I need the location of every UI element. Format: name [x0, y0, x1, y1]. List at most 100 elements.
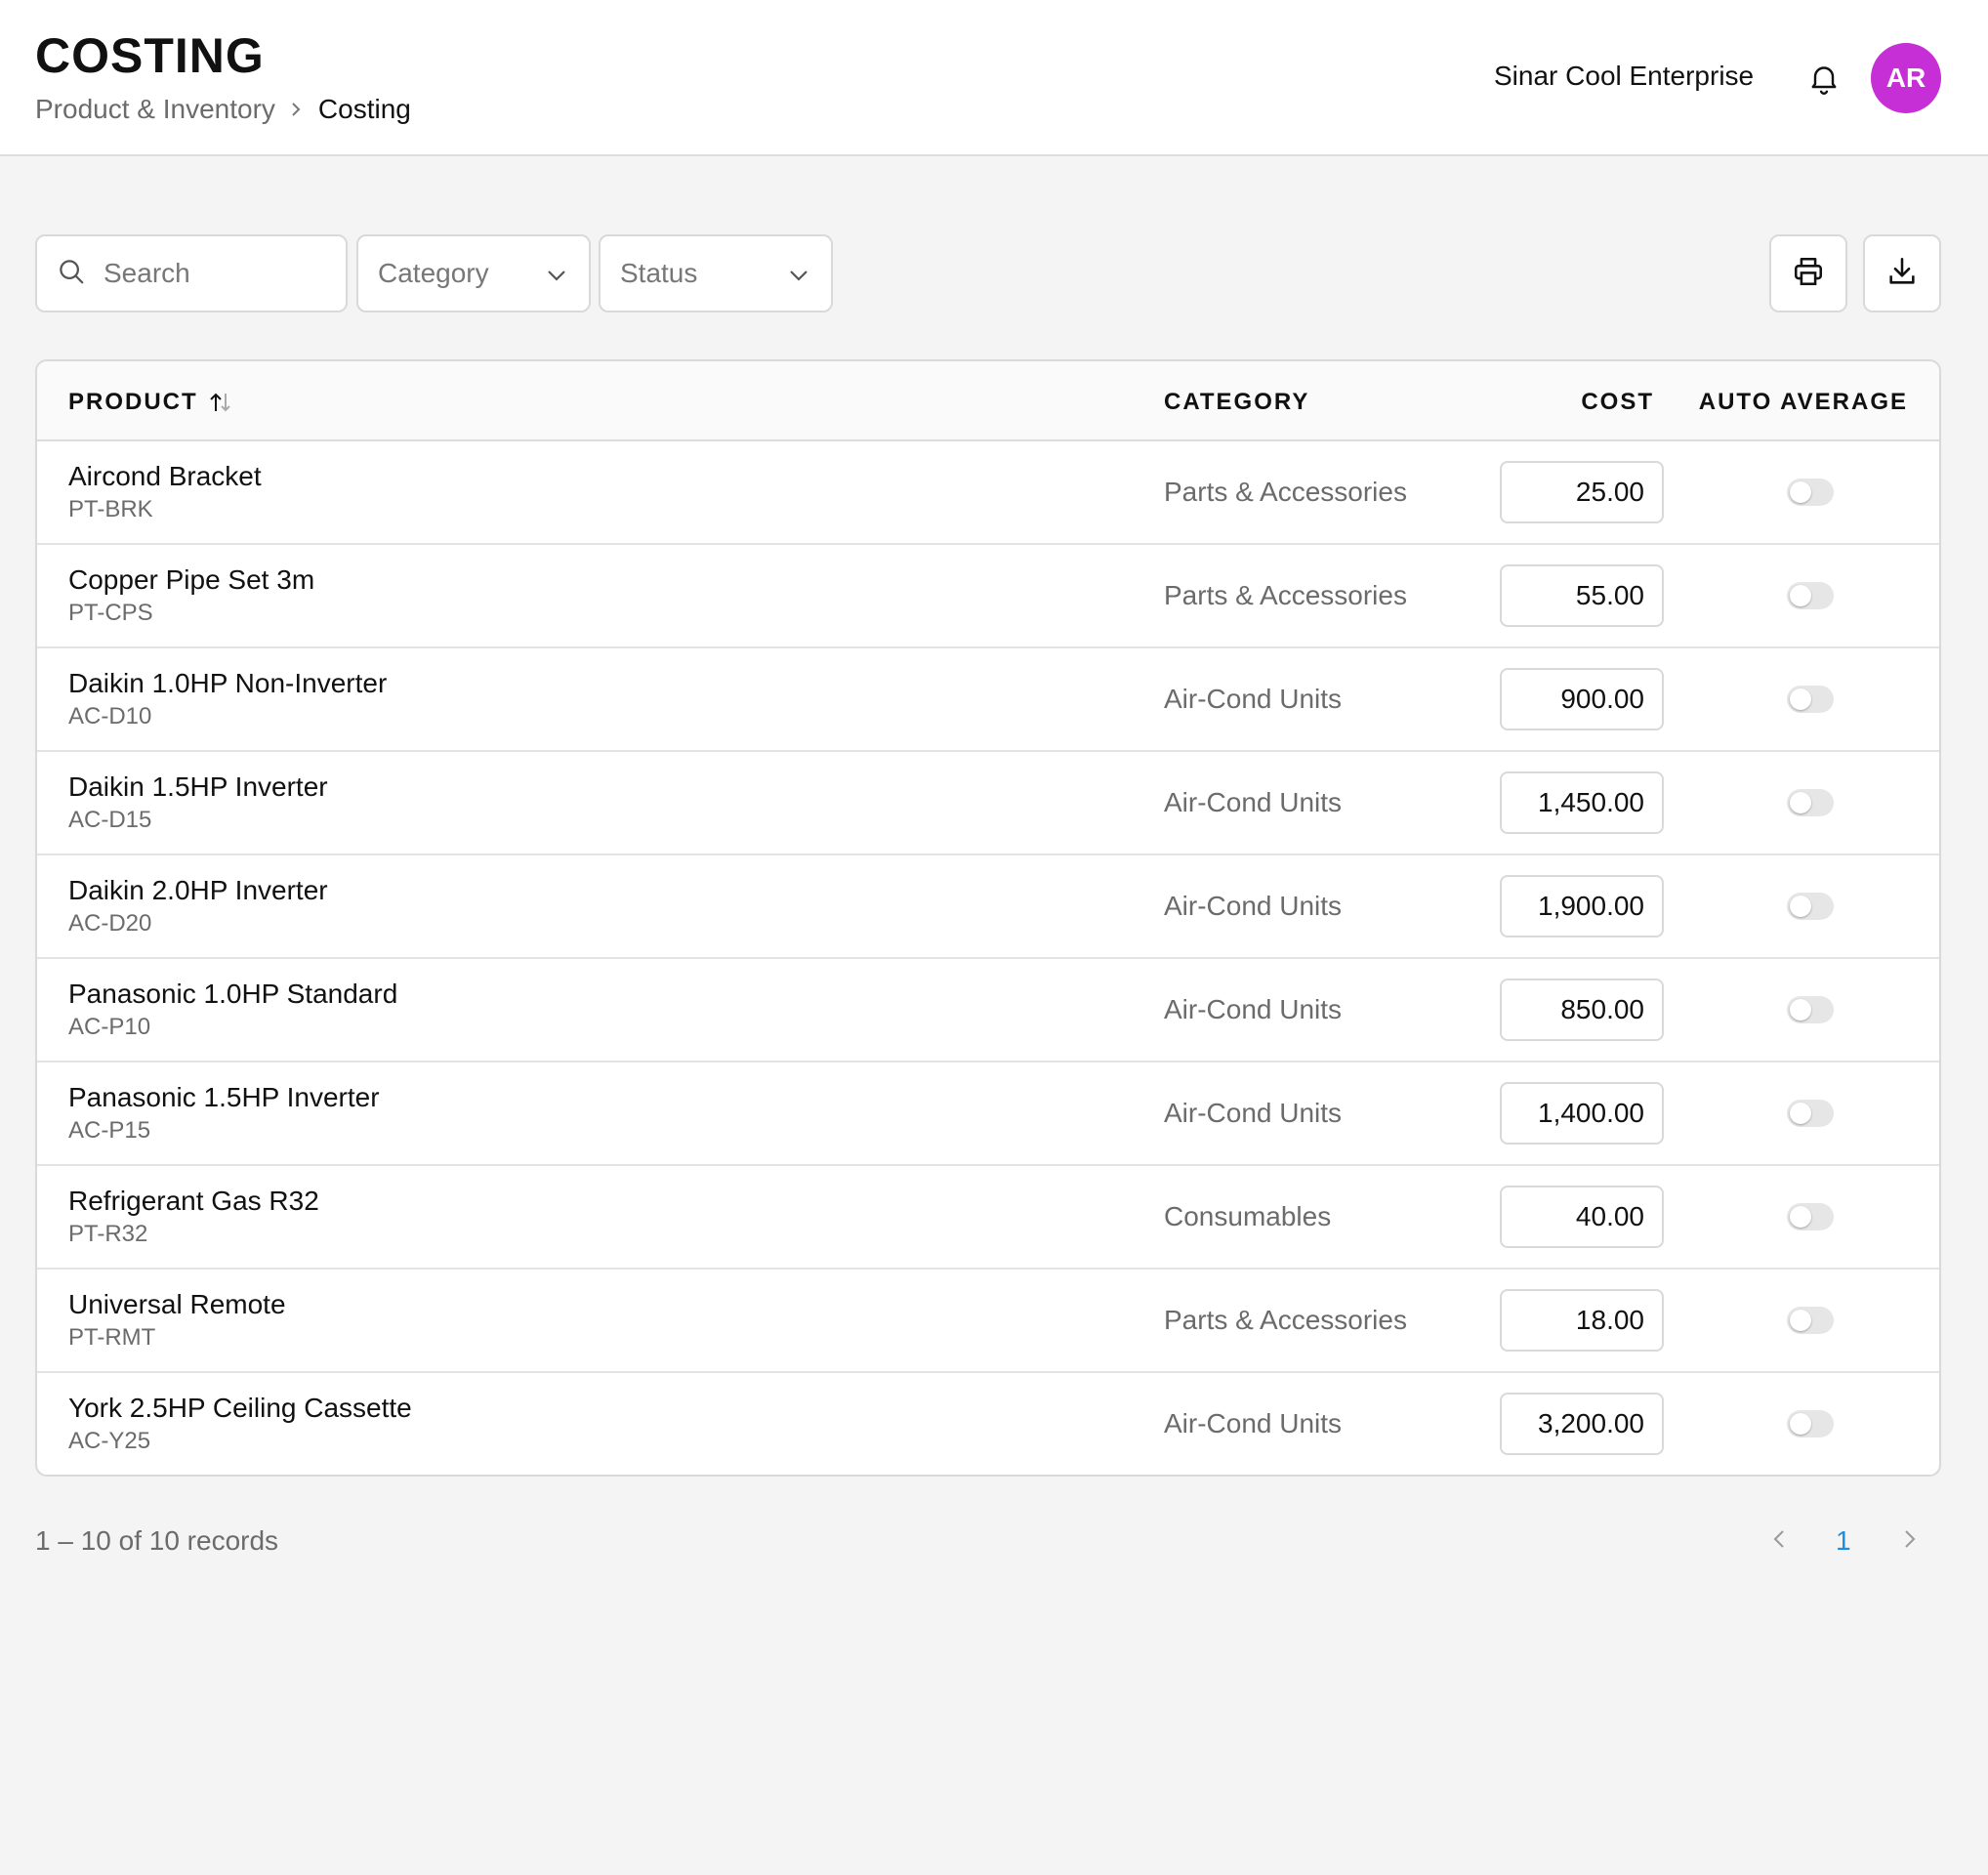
records-count: 1 – 10 of 10 records [35, 1525, 279, 1556]
product-category: Air-Cond Units [1164, 684, 1343, 714]
download-icon [1885, 255, 1919, 293]
search-icon [57, 257, 86, 291]
table-row: Daikin 1.0HP Non-Inverter AC-D10 Air-Cond … [37, 648, 1939, 752]
product-name: Refrigerant Gas R32 [68, 1186, 319, 1216]
costing-table: PRODUCT CATEGORY COST AUTO AVERAGE Airco… [35, 359, 1941, 1477]
toggle-knob [1790, 896, 1811, 917]
cost-input[interactable] [1500, 1393, 1664, 1455]
product-category: Air-Cond Units [1164, 1098, 1343, 1128]
status-filter-label: Status [620, 258, 698, 288]
print-button[interactable] [1769, 234, 1847, 312]
product-name: Daikin 1.0HP Non-Inverter [68, 668, 388, 698]
auto-average-toggle[interactable] [1787, 582, 1834, 609]
table-row: Refrigerant Gas R32 PT-R32 Consumables [37, 1166, 1939, 1270]
table-row: Panasonic 1.0HP Standard AC-P10 Air-Cond U… [37, 959, 1939, 1062]
table-row: Copper Pipe Set 3m PT-CPS Parts & Accessor… [37, 545, 1939, 648]
auto-average-toggle[interactable] [1787, 893, 1834, 920]
column-header-product[interactable]: PRODUCT [68, 389, 233, 416]
auto-average-toggle[interactable] [1787, 996, 1834, 1023]
product-sku: PT-R32 [68, 1221, 148, 1247]
product-name: Aircond Bracket [68, 461, 262, 491]
product-sku: AC-P15 [68, 1117, 151, 1144]
product-name: Panasonic 1.5HP Inverter [68, 1082, 380, 1112]
chevron-left-icon[interactable] [1765, 1523, 1793, 1555]
table-row: Daikin 1.5HP Inverter AC-D15 Air-Cond Unit… [37, 752, 1939, 855]
toggle-knob [1790, 999, 1811, 1021]
column-header-category: CATEGORY [1164, 389, 1310, 415]
cost-input[interactable] [1500, 771, 1664, 834]
breadcrumb-current: Costing [317, 94, 411, 124]
cost-input[interactable] [1500, 1082, 1664, 1145]
company-name[interactable]: Sinar Cool Enterprise [1494, 61, 1754, 92]
product-name: York 2.5HP Ceiling Cassette [68, 1393, 412, 1423]
bell-icon[interactable] [1806, 61, 1842, 96]
product-category: Parts & Accessories [1164, 477, 1407, 507]
download-button[interactable] [1863, 234, 1941, 312]
toggle-knob [1790, 1206, 1811, 1228]
chevron-down-icon [788, 258, 809, 289]
auto-average-toggle[interactable] [1787, 686, 1834, 713]
auto-average-toggle[interactable] [1787, 479, 1834, 506]
product-category: Air-Cond Units [1164, 787, 1343, 817]
table-row: York 2.5HP Ceiling Cassette AC-Y25 Air-Con… [37, 1373, 1939, 1475]
product-sku: AC-Y25 [68, 1428, 151, 1454]
toggle-knob [1790, 585, 1811, 606]
cost-input[interactable] [1500, 1186, 1664, 1248]
product-sku: AC-P10 [68, 1014, 151, 1040]
toggle-knob [1790, 481, 1811, 503]
app-header: COSTING Product & Inventory Costing Sina… [0, 0, 1988, 156]
product-category: Air-Cond Units [1164, 1408, 1343, 1438]
auto-average-toggle[interactable] [1787, 1203, 1834, 1230]
cost-input[interactable] [1500, 668, 1664, 730]
toggle-knob [1790, 1413, 1811, 1435]
product-category: Parts & Accessories [1164, 580, 1407, 610]
auto-average-toggle[interactable] [1787, 789, 1834, 816]
cost-input[interactable] [1500, 979, 1664, 1041]
cost-input[interactable] [1500, 1289, 1664, 1352]
table-row: Daikin 2.0HP Inverter AC-D20 Air-Cond Unit… [37, 855, 1939, 959]
table-body: Aircond Bracket PT-BRK Parts & Accessories… [37, 441, 1939, 1475]
product-sku: PT-RMT [68, 1324, 156, 1351]
chevron-right-icon[interactable] [1896, 1523, 1924, 1555]
breadcrumb-chevron-icon [289, 100, 303, 119]
table-row: Universal Remote PT-RMT Parts & Accessorie… [37, 1270, 1939, 1373]
breadcrumb: Product & Inventory Costing [35, 94, 411, 125]
status-filter[interactable]: Status [599, 234, 833, 312]
product-name: Daikin 1.5HP Inverter [68, 771, 328, 802]
product-category: Air-Cond Units [1164, 994, 1343, 1024]
user-avatar[interactable]: AR [1871, 43, 1941, 113]
product-name: Panasonic 1.0HP Standard [68, 979, 398, 1009]
column-header-cost: COST [1581, 389, 1654, 415]
column-header-auto-average: AUTO AVERAGE [1698, 389, 1908, 415]
pagination-page-1[interactable]: 1 [1836, 1525, 1851, 1557]
breadcrumb-parent-link[interactable]: Product & Inventory [35, 94, 275, 125]
search-input[interactable] [104, 258, 318, 289]
table-header: PRODUCT CATEGORY COST AUTO AVERAGE [37, 361, 1939, 441]
product-name: Copper Pipe Set 3m [68, 564, 315, 595]
printer-icon [1792, 255, 1825, 293]
cost-input[interactable] [1500, 875, 1664, 938]
column-header-product-label: PRODUCT [68, 389, 198, 415]
search-field[interactable] [35, 234, 348, 312]
product-sku: PT-BRK [68, 496, 153, 522]
product-sku: AC-D15 [68, 807, 152, 833]
category-filter-label: Category [378, 258, 489, 288]
auto-average-toggle[interactable] [1787, 1100, 1834, 1127]
toggle-knob [1790, 688, 1811, 710]
cost-input[interactable] [1500, 564, 1664, 627]
sort-icon[interactable] [208, 391, 233, 414]
toggle-knob [1790, 792, 1811, 813]
product-sku: AC-D20 [68, 910, 152, 937]
toggle-knob [1790, 1103, 1811, 1124]
cost-input[interactable] [1500, 461, 1664, 523]
product-name: Daikin 2.0HP Inverter [68, 875, 328, 905]
product-sku: PT-CPS [68, 600, 153, 626]
auto-average-toggle[interactable] [1787, 1307, 1834, 1334]
table-row: Panasonic 1.5HP Inverter AC-P15 Air-Cond U… [37, 1062, 1939, 1166]
toggle-knob [1790, 1310, 1811, 1331]
auto-average-toggle[interactable] [1787, 1410, 1834, 1438]
category-filter[interactable]: Category [356, 234, 591, 312]
table-row: Aircond Bracket PT-BRK Parts & Accessories [37, 441, 1939, 545]
product-category: Parts & Accessories [1164, 1305, 1407, 1335]
chevron-down-icon [546, 258, 567, 289]
